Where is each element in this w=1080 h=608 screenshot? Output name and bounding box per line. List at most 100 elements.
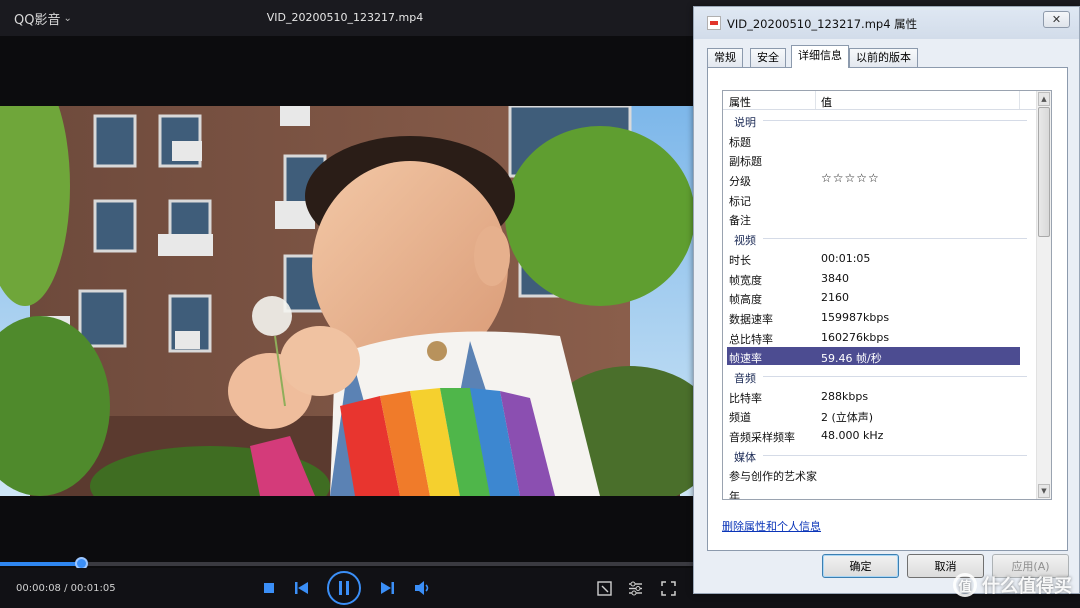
- column-divider: [1019, 91, 1020, 109]
- property-row[interactable]: 帧宽度 3840: [723, 268, 1037, 288]
- group-divider: [763, 238, 1027, 240]
- property-row[interactable]: 频道 2 (立体声): [723, 405, 1037, 425]
- properties-dialog: VID_20200510_123217.mp4 属性 ✕ 常规 安全 详细信息 …: [693, 6, 1080, 594]
- property-value: 159987kbps: [821, 310, 890, 324]
- volume-icon: [415, 581, 429, 595]
- screenshot-button[interactable]: [596, 580, 613, 596]
- timecode: 00:00:08 / 00:01:05: [16, 583, 116, 594]
- tab-security[interactable]: 安全: [750, 48, 786, 67]
- ok-button[interactable]: 确定: [822, 554, 899, 578]
- property-value: 48.000 kHz: [821, 429, 884, 442]
- column-header-property[interactable]: 属性: [729, 94, 751, 110]
- dialog-title: VID_20200510_123217.mp4 属性: [727, 17, 918, 31]
- group-label: 媒体: [734, 450, 756, 464]
- fullscreen-button[interactable]: [660, 580, 677, 596]
- arrow-up-icon: ▲: [1041, 95, 1047, 103]
- property-row[interactable]: 备注: [723, 208, 1037, 228]
- close-button[interactable]: ✕: [1043, 11, 1070, 28]
- fullscreen-icon: [661, 580, 676, 596]
- details-pane: 属性 值 说明标题副标题 分级 ☆☆☆☆☆ 标记备注视频时长 00:01:05 帧宽度 38…: [707, 67, 1068, 551]
- video-file-icon: [707, 16, 721, 30]
- property-name: 参与创作的艺术家: [729, 470, 817, 484]
- stop-button[interactable]: [262, 581, 276, 595]
- property-row[interactable]: 帧速率 59.46 帧/秒: [723, 346, 1037, 366]
- property-row[interactable]: 参与创作的艺术家: [723, 464, 1037, 484]
- property-row[interactable]: 时长 00:01:05: [723, 248, 1037, 268]
- tab-details[interactable]: 详细信息: [791, 45, 849, 68]
- property-rows: 说明标题副标题 分级 ☆☆☆☆☆ 标记备注视频时长 00:01:05 帧宽度 3840 帧高度…: [723, 110, 1037, 500]
- property-row[interactable]: 数据速率 159987kbps: [723, 307, 1037, 327]
- pause-icon: [339, 581, 349, 595]
- property-list[interactable]: 属性 值 说明标题副标题 分级 ☆☆☆☆☆ 标记备注视频时长 00:01:05 帧宽度 38…: [722, 90, 1052, 500]
- property-name: 年: [729, 490, 740, 500]
- property-row[interactable]: 年: [723, 484, 1037, 500]
- screenshot-icon: [597, 580, 612, 596]
- dialog-title-bar[interactable]: VID_20200510_123217.mp4 属性 ✕: [694, 7, 1079, 39]
- video-scene: [0, 106, 693, 496]
- column-header-value[interactable]: 值: [821, 94, 832, 110]
- group-header[interactable]: 说明: [723, 110, 1037, 130]
- volume-button[interactable]: [413, 580, 431, 596]
- property-name: 数据速率: [729, 312, 773, 326]
- arrow-down-icon: ▼: [1041, 487, 1047, 495]
- property-name: 音频采样频率: [729, 431, 795, 444]
- property-row[interactable]: 副标题: [723, 149, 1037, 169]
- column-divider[interactable]: [815, 91, 816, 109]
- group-header[interactable]: 媒体: [723, 445, 1037, 465]
- property-name: 频道: [729, 411, 751, 425]
- scroll-down-button[interactable]: ▼: [1038, 484, 1050, 498]
- property-value: 00:01:05: [821, 251, 871, 265]
- property-name: 比特率: [729, 391, 762, 405]
- property-name: 标记: [729, 194, 751, 208]
- vertical-scrollbar[interactable]: ▲ ▼: [1036, 91, 1051, 499]
- skip-back-icon: [294, 582, 308, 594]
- equalizer-icon: [629, 581, 642, 595]
- property-row[interactable]: 标题: [723, 130, 1037, 150]
- group-header[interactable]: 音频: [723, 366, 1037, 386]
- property-name: 帧宽度: [729, 273, 762, 287]
- property-name: 时长: [729, 253, 751, 267]
- close-icon: ✕: [1051, 13, 1062, 26]
- scroll-up-button[interactable]: ▲: [1038, 92, 1050, 106]
- list-header: 属性 值: [723, 91, 1037, 110]
- property-name: 备注: [729, 214, 751, 228]
- property-row[interactable]: 总比特率 160276kbps: [723, 327, 1037, 347]
- file-title: VID_20200510_123217.mp4: [266, 11, 424, 24]
- property-value: 288kbps: [821, 389, 869, 403]
- group-divider: [763, 454, 1027, 456]
- property-row[interactable]: 分级 ☆☆☆☆☆: [723, 169, 1037, 189]
- skip-forward-icon: [380, 582, 394, 594]
- rating-stars[interactable]: ☆☆☆☆☆: [821, 171, 880, 185]
- group-label: 视频: [734, 234, 756, 248]
- remove-properties-link[interactable]: 删除属性和个人信息: [722, 518, 821, 534]
- watermark-text: 什么值得买: [982, 576, 1072, 597]
- property-name: 副标题: [729, 155, 762, 169]
- property-name: 帧速率: [729, 352, 762, 366]
- tab-general[interactable]: 常规: [707, 48, 743, 67]
- pause-button[interactable]: [327, 571, 361, 605]
- property-value: 2 (立体声): [821, 411, 874, 425]
- property-name: 总比特率: [729, 332, 773, 346]
- seek-bar-fill: [0, 562, 81, 566]
- property-row[interactable]: 标记: [723, 189, 1037, 209]
- property-name: 帧高度: [729, 293, 762, 307]
- watermark: 值 什么值得买: [953, 572, 1072, 598]
- next-button[interactable]: [379, 580, 395, 596]
- property-row[interactable]: 帧高度 2160: [723, 287, 1037, 307]
- stop-icon: [264, 583, 274, 593]
- property-value: 2160: [821, 291, 849, 305]
- previous-button[interactable]: [293, 580, 309, 596]
- property-row[interactable]: 比特率 288kbps: [723, 386, 1037, 406]
- property-name: 标题: [729, 135, 751, 149]
- watermark-logo: 值: [953, 573, 977, 597]
- group-label: 说明: [734, 116, 756, 129]
- tab-previous-versions[interactable]: 以前的版本: [849, 48, 918, 67]
- group-label: 音频: [734, 371, 756, 385]
- scroll-thumb[interactable]: [1038, 107, 1050, 237]
- settings-button[interactable]: [627, 580, 644, 596]
- property-row[interactable]: 音频采样频率 48.000 kHz: [723, 425, 1037, 445]
- property-value: 3840: [821, 271, 849, 285]
- group-header[interactable]: 视频: [723, 228, 1037, 248]
- video-frame[interactable]: [0, 106, 693, 496]
- group-divider: [763, 375, 1027, 377]
